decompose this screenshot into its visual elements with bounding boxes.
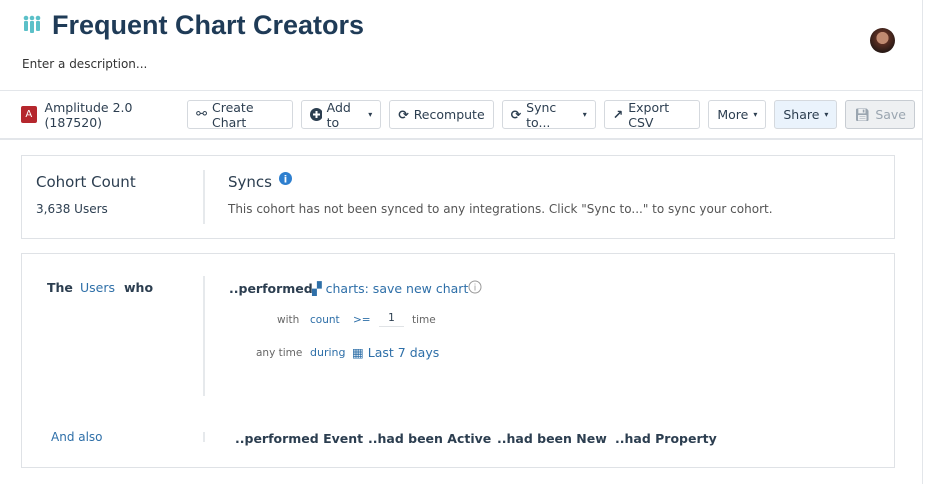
- export-icon: ↗: [612, 107, 624, 122]
- info-icon[interactable]: i: [468, 280, 482, 294]
- syncs-text: This cohort has not been synced to any i…: [228, 202, 773, 216]
- page-title[interactable]: Frequent Chart Creators: [52, 10, 364, 41]
- project-name: Amplitude 2.0 (187520): [44, 99, 133, 130]
- cohort-count-label: Cohort Count: [36, 173, 136, 191]
- sync-to-button[interactable]: ⟳ Sync to... ▾: [501, 99, 596, 130]
- share-button[interactable]: Share ▾: [774, 100, 838, 129]
- definition-panel: The Users who ..performed ▞ charts: save…: [21, 253, 895, 468]
- cohort-count-value: 3,638 Users: [36, 202, 108, 216]
- date-range: Last 7 days: [367, 345, 440, 360]
- recompute-button[interactable]: ⟳ Recompute: [389, 100, 494, 129]
- label: Create Chart: [211, 99, 254, 130]
- add-had-property[interactable]: ..had Property: [615, 431, 717, 446]
- time-label: time: [412, 314, 436, 326]
- performed-label: ..performed: [229, 281, 313, 296]
- chevron-down-icon: ▾: [368, 110, 373, 119]
- date-range-selector[interactable]: ▦ Last 7 days: [352, 345, 439, 360]
- cohort-users-icon: [23, 15, 41, 33]
- chevron-down-icon: ▾: [753, 110, 758, 119]
- avatar[interactable]: [870, 28, 895, 53]
- page-header: Frequent Chart Creators: [22, 10, 364, 41]
- event-icon: ▞: [312, 281, 322, 296]
- toolbar: A Amplitude 2.0 (187520) ⚯ Create Chart Ad…: [0, 90, 923, 140]
- floppy-disk-icon: 💾︎: [854, 106, 871, 122]
- add-to-button[interactable]: Add to ▾: [301, 99, 382, 130]
- info-icon[interactable]: i: [279, 172, 292, 185]
- project-badge: A: [21, 106, 37, 123]
- syncs-title: Syncs: [228, 173, 272, 191]
- event-selector[interactable]: ▞ charts: save new chart: [312, 281, 468, 296]
- divider: [203, 276, 205, 396]
- chevron-down-icon: ▾: [582, 110, 587, 119]
- label: Share: [783, 107, 820, 122]
- project-selector[interactable]: A Amplitude 2.0 (187520): [21, 100, 181, 130]
- create-chart-button[interactable]: ⚯ Create Chart: [187, 99, 293, 130]
- chart-link-icon: ⚯: [196, 107, 207, 122]
- save-button[interactable]: 💾︎ Save: [845, 100, 915, 129]
- more-button[interactable]: More ▾: [708, 100, 767, 129]
- label: Add to: [326, 99, 351, 130]
- who-label: who: [124, 280, 154, 295]
- summary-panel: Cohort Count 3,638 Users Syncs i This co…: [21, 155, 895, 239]
- plus-circle-icon: [310, 108, 322, 121]
- svg-text:i: i: [284, 175, 287, 186]
- label: Export CSV: [628, 99, 670, 130]
- users-selector[interactable]: Users: [80, 280, 115, 295]
- label: Recompute: [413, 107, 485, 122]
- event-name: charts: save new chart: [325, 281, 469, 296]
- description-field[interactable]: Enter a description...: [22, 57, 147, 71]
- svg-text:i: i: [474, 284, 477, 294]
- sync-icon: ⟳: [510, 107, 522, 122]
- operator-selector[interactable]: >=: [353, 314, 371, 326]
- label: Save: [875, 107, 906, 122]
- count-selector[interactable]: count: [310, 314, 340, 326]
- add-had-been-active[interactable]: ..had been Active: [368, 431, 491, 446]
- add-had-been-new[interactable]: ..had been New: [497, 431, 607, 446]
- divider: [203, 432, 205, 442]
- any-time-label: any time: [256, 347, 303, 359]
- label: Sync to...: [526, 99, 557, 130]
- refresh-icon: ⟳: [398, 107, 409, 122]
- the-label: The: [47, 280, 73, 295]
- export-csv-button[interactable]: ↗ Export CSV: [603, 99, 701, 130]
- during-selector[interactable]: during: [310, 346, 346, 359]
- chevron-down-icon: ▾: [824, 110, 829, 119]
- and-also-label: And also: [51, 430, 103, 444]
- label: More: [717, 107, 749, 122]
- add-performed-event[interactable]: ..performed Event: [235, 431, 363, 446]
- count-input[interactable]: 1: [379, 312, 404, 327]
- calendar-icon: ▦: [352, 345, 364, 360]
- with-label: with: [277, 314, 300, 326]
- divider: [203, 170, 205, 224]
